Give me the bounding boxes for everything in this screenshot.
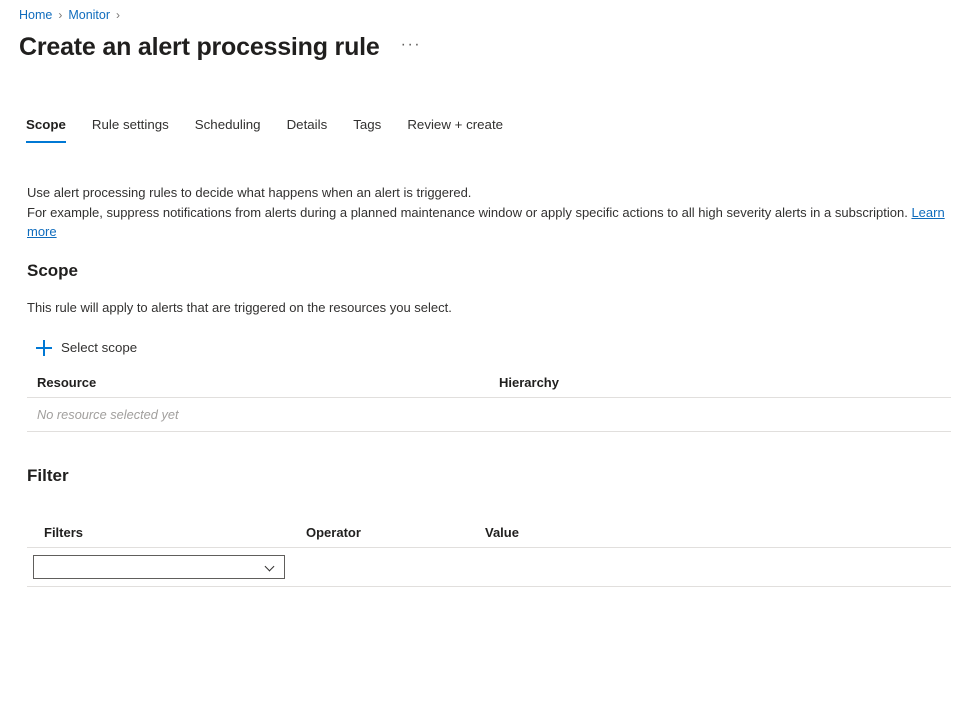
tab-tags[interactable]: Tags bbox=[353, 116, 381, 143]
column-header-value: Value bbox=[485, 524, 785, 541]
select-scope-button[interactable]: Select scope bbox=[34, 337, 141, 359]
resource-table-header: Resource Hierarchy bbox=[27, 374, 951, 398]
filter-table: Filters Operator Value bbox=[27, 524, 951, 587]
breadcrumb-separator-icon: › bbox=[116, 8, 120, 22]
more-options-icon[interactable]: ··· bbox=[398, 33, 424, 62]
title-row: Create an alert processing rule ··· bbox=[19, 31, 424, 63]
resource-table: Resource Hierarchy No resource selected … bbox=[27, 374, 951, 432]
filter-type-dropdown[interactable] bbox=[33, 555, 285, 579]
description-line-2: For example, suppress notifications from… bbox=[27, 205, 911, 220]
column-header-hierarchy: Hierarchy bbox=[493, 374, 899, 391]
resource-table-empty-row: No resource selected yet bbox=[27, 398, 951, 432]
tab-bar: Scope Rule settings Scheduling Details T… bbox=[26, 116, 529, 143]
page-description: Use alert processing rules to decide wha… bbox=[27, 183, 947, 242]
breadcrumb-item-monitor[interactable]: Monitor bbox=[68, 8, 110, 22]
filter-section-heading: Filter bbox=[27, 465, 69, 487]
filter-cell bbox=[27, 555, 289, 579]
select-scope-label: Select scope bbox=[61, 339, 137, 357]
scope-section-heading: Scope bbox=[27, 260, 78, 282]
column-header-operator: Operator bbox=[306, 524, 485, 541]
filter-table-header: Filters Operator Value bbox=[27, 524, 951, 548]
chevron-down-icon bbox=[266, 563, 275, 572]
tab-details[interactable]: Details bbox=[287, 116, 328, 143]
table-row bbox=[27, 548, 951, 587]
breadcrumb-separator-icon: › bbox=[58, 8, 62, 22]
breadcrumb-item-home[interactable]: Home bbox=[19, 8, 52, 22]
column-header-filters: Filters bbox=[27, 524, 306, 541]
tab-rule-settings[interactable]: Rule settings bbox=[92, 116, 169, 143]
column-header-resource: Resource bbox=[27, 374, 493, 391]
plus-icon bbox=[36, 340, 52, 356]
scope-section-subtitle: This rule will apply to alerts that are … bbox=[27, 299, 452, 317]
tab-scheduling[interactable]: Scheduling bbox=[195, 116, 261, 143]
breadcrumb: Home › Monitor › bbox=[19, 7, 126, 23]
page-title: Create an alert processing rule bbox=[19, 31, 380, 63]
description-line-1: Use alert processing rules to decide wha… bbox=[27, 185, 471, 200]
tab-scope[interactable]: Scope bbox=[26, 116, 66, 143]
tab-review-create[interactable]: Review + create bbox=[407, 116, 503, 143]
resource-empty-message: No resource selected yet bbox=[27, 406, 493, 423]
